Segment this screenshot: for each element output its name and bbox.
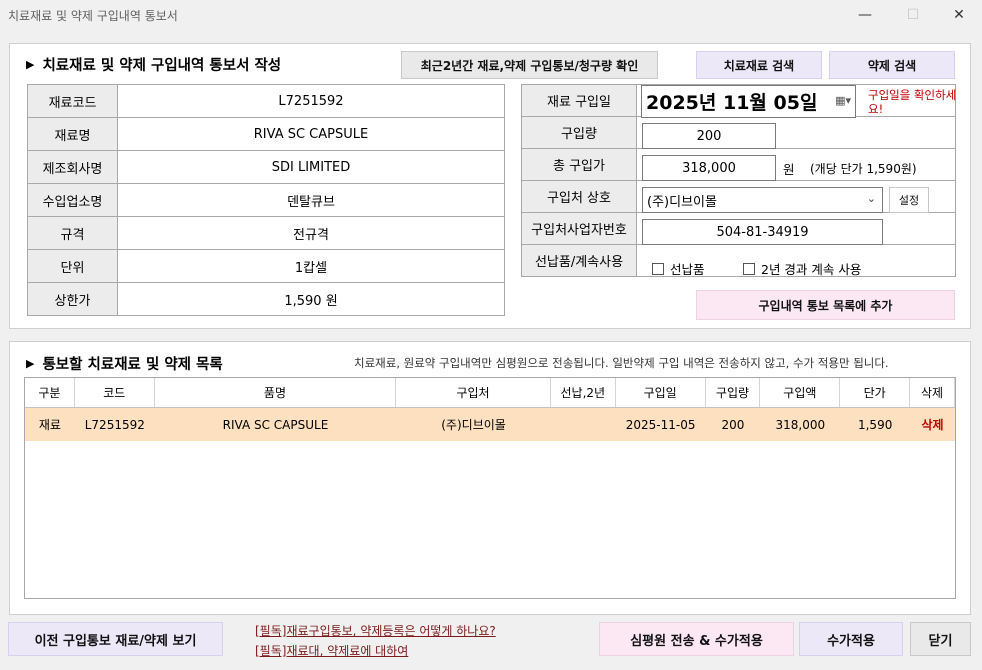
guide-link-fees[interactable]: [필독]재료대, 약제료에 대하여 [255, 642, 408, 659]
column-header[interactable]: 품명 [155, 378, 397, 407]
info-row: 제조회사명 SDI LIMITED [27, 150, 505, 184]
info-row: 재료명 RIVA SC CAPSULE [27, 117, 505, 151]
table-cell: 2025-11-05 [625, 417, 696, 432]
triangle-bullet-icon: ▶ [26, 58, 35, 71]
entry-section-title: ▶ 치료재료 및 약제 구입내역 통보서 작성 [26, 58, 282, 74]
minimize-button[interactable]: — [850, 4, 880, 26]
list-panel: ▶ 통보할 치료재료 및 약제 목록 치료재료, 원료약 구입내역만 심평원으로… [9, 341, 971, 615]
total-price-input[interactable]: 318,000 [642, 155, 776, 181]
send-and-apply-button[interactable]: 심평원 전송 & 수가적용 [599, 622, 794, 656]
purchase-date-picker[interactable]: 2025년 11월 05일 ▦▾ [641, 85, 856, 118]
info-row: 수입업소명 덴탈큐브 [27, 183, 505, 217]
vendor-select[interactable]: (주)디브이몰 ⌄ [642, 187, 883, 213]
column-header[interactable]: 구입량 [706, 378, 761, 407]
material-search-button[interactable]: 치료재료 검색 [696, 51, 822, 79]
purchase-date-label: 재료 구입일 [521, 84, 637, 117]
delete-row-button[interactable]: 삭제 [910, 408, 955, 441]
quantity-input[interactable]: 200 [642, 123, 776, 149]
material-info-table: 재료코드 L7251592 재료명 RIVA SC CAPSULE 제조회사명 SDI L… [27, 84, 505, 316]
info-value: 1,590 원 [117, 282, 505, 316]
unit-price-note: (개당 단가 1,590원) [810, 162, 917, 176]
minimize-icon: — [858, 7, 872, 23]
info-label: 규격 [27, 216, 118, 250]
drug-search-button[interactable]: 약제 검색 [829, 51, 955, 79]
purchase-list-grid: 구분 코드 품명 구입처 선납,2년 구입일 구입량 구입액 단가 삭제 재료 L7251592 RI… [24, 377, 956, 599]
table-row[interactable]: 재료 L7251592 RIVA SC CAPSULE (주)디브이몰 2025-11-… [25, 408, 955, 441]
column-header[interactable]: 구입액 [760, 378, 841, 407]
info-value: 1캅셀 [117, 249, 505, 283]
table-cell: 재료 [38, 418, 61, 432]
prepay-checkbox[interactable]: 선납품 [652, 259, 705, 278]
previous-notices-button[interactable]: 이전 구입통보 재료/약제 보기 [8, 622, 223, 656]
quantity-label: 구입량 [521, 116, 637, 149]
grid-body: 재료 L7251592 RIVA SC CAPSULE (주)디브이몰 2025-11-… [25, 408, 955, 441]
column-header[interactable]: 구입처 [396, 378, 551, 407]
info-row: 재료코드 L7251592 [27, 84, 505, 118]
window-title: 치료재료 및 약제 구입내역 통보서 [8, 9, 178, 23]
column-header[interactable]: 단가 [840, 378, 911, 407]
entry-panel: ▶ 치료재료 및 약제 구입내역 통보서 작성 최근2년간 재료,약제 구입통보… [9, 43, 971, 329]
column-header[interactable]: 삭제 [910, 378, 956, 407]
calendar-icon[interactable]: ▦▾ [835, 94, 851, 107]
maximize-button: ☐ [898, 4, 928, 26]
triangle-bullet-icon: ▶ [26, 357, 35, 370]
total-price-label: 총 구입가 [521, 148, 637, 181]
column-header[interactable]: 코드 [75, 378, 155, 407]
list-notice: 치료재료, 원료약 구입내역만 심평원으로 전송됩니다. 일반약제 구입 내역은… [354, 356, 889, 370]
info-label: 수입업소명 [27, 183, 118, 217]
business-number-input[interactable]: 504-81-34919 [642, 219, 883, 245]
column-header[interactable]: 선납,2년 [551, 378, 616, 407]
table-cell: 318,000 [775, 417, 826, 432]
info-row: 규격 전규격 [27, 216, 505, 250]
info-label: 재료코드 [27, 84, 118, 118]
dropdown-arrow-icon: ⌄ [866, 192, 876, 205]
info-value: RIVA SC CAPSULE [117, 117, 505, 151]
column-header[interactable]: 구분 [25, 378, 75, 407]
title-bar: 치료재료 및 약제 구입내역 통보서 — ☐ ✕ [0, 0, 982, 30]
recent-purchase-check-button[interactable]: 최근2년간 재료,약제 구입통보/청구량 확인 [401, 51, 658, 79]
column-header[interactable]: 구입일 [616, 378, 706, 407]
table-cell: (주)디브이몰 [441, 418, 506, 432]
close-window-button[interactable]: ✕ [944, 4, 974, 26]
info-value: 덴탈큐브 [117, 183, 505, 217]
info-label: 제조회사명 [27, 150, 118, 184]
list-section-title: ▶ 통보할 치료재료 및 약제 목록 [26, 357, 223, 373]
maximize-icon: ☐ [906, 7, 920, 23]
info-label: 단위 [27, 249, 118, 283]
info-value: 전규격 [117, 216, 505, 250]
table-cell: RIVA SC CAPSULE [222, 417, 329, 432]
info-value: SDI LIMITED [117, 150, 505, 184]
prepay-continue-label: 선납품/계속사용 [521, 244, 637, 277]
guide-link-registration[interactable]: [필독]재료구입통보, 약제등록은 어떻게 하나요? [255, 622, 496, 639]
add-to-list-button[interactable]: 구입내역 통보 목록에 추가 [696, 290, 955, 320]
grid-header: 구분 코드 품명 구입처 선납,2년 구입일 구입량 구입액 단가 삭제 [25, 378, 956, 408]
info-label: 재료명 [27, 117, 118, 151]
table-cell: L7251592 [84, 417, 145, 432]
total-unit: 원 [783, 162, 795, 177]
table-cell [551, 408, 616, 441]
close-icon: ✕ [953, 7, 965, 23]
continue-use-checkbox[interactable]: 2년 경과 계속 사용 [743, 259, 861, 278]
info-row: 상한가 1,590 원 [27, 282, 505, 316]
vendor-label: 구입처 상호 [521, 180, 637, 213]
vendor-setting-button[interactable]: 설정 [889, 187, 929, 213]
info-label: 상한가 [27, 282, 118, 316]
apply-fee-button[interactable]: 수가적용 [799, 622, 903, 656]
table-cell: 1,590 [857, 417, 893, 432]
info-row: 단위 1캅셀 [27, 249, 505, 283]
table-cell: 200 [721, 417, 745, 432]
close-button[interactable]: 닫기 [910, 622, 971, 656]
business-number-label: 구입처사업자번호 [521, 212, 637, 245]
info-value: L7251592 [117, 84, 505, 118]
date-check-note: 구입일을 확인하세요! [868, 88, 957, 116]
